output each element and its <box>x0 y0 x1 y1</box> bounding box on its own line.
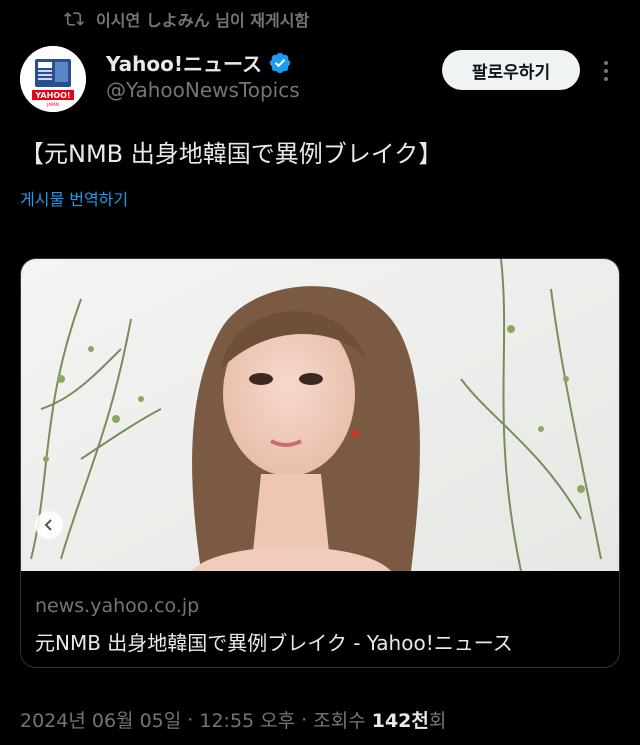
follow-button[interactable]: 팔로우하기 <box>442 50 580 90</box>
author-handle[interactable]: @YahooNewsTopics <box>106 78 300 102</box>
carousel-prev-button[interactable] <box>35 511 63 539</box>
author-name[interactable]: Yahoo!ニュース <box>106 48 262 77</box>
repost-icon <box>64 12 84 26</box>
meta-separator: · <box>181 708 200 731</box>
post-metadata: 2024년 06월 05일 · 12:55 오후 · 조회수 142천 회 <box>20 706 446 733</box>
article-photo <box>21 259 619 571</box>
verified-badge-icon <box>269 52 291 73</box>
avatar[interactable]: YAHOO! JAPAN <box>20 46 86 112</box>
link-preview-card[interactable]: news.yahoo.co.jp 元NMB 出身地韓国で異例ブレイク - Yah… <box>20 258 620 668</box>
translate-post-link[interactable]: 게시물 번역하기 <box>20 186 128 210</box>
post-text: 【元NMB 出身地韓国で異例ブレイク】 <box>20 140 443 168</box>
card-domain: news.yahoo.co.jp <box>35 595 200 617</box>
meta-separator: · <box>295 708 314 731</box>
avatar-logo-subtext: JAPAN <box>46 102 59 107</box>
views-count: 142천 <box>371 710 429 732</box>
post-time: 12:55 오후 <box>199 710 296 732</box>
yahoo-news-logo: YAHOO! JAPAN <box>20 46 86 112</box>
repost-text: 이시연 しよみん 님이 재게시함 <box>96 11 310 30</box>
card-title[interactable]: 元NMB 出身地韓国で異例ブレイク - Yahoo!ニュース <box>35 627 513 656</box>
views-label: 조회수 <box>313 710 372 732</box>
author-name-row[interactable]: Yahoo!ニュース <box>106 48 292 77</box>
views-suffix: 회 <box>428 710 447 732</box>
more-options-icon[interactable] <box>598 56 614 86</box>
post-date: 2024년 06월 05일 <box>20 710 182 732</box>
chevron-left-icon <box>44 519 52 531</box>
repost-indicator[interactable]: 이시연 しよみん 님이 재게시함 <box>64 6 309 32</box>
avatar-logo-text: YAHOO! <box>34 91 70 100</box>
